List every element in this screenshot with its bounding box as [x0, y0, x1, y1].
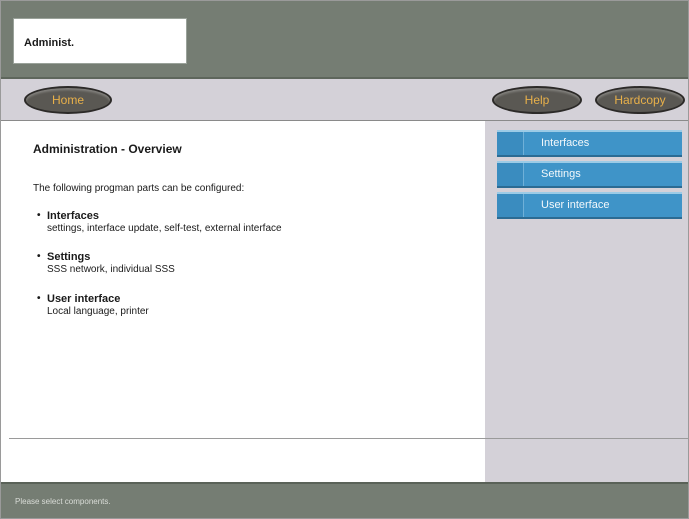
- sidebar: Interfaces Settings User interface: [485, 121, 688, 438]
- status-bar: Please select components.: [1, 482, 688, 518]
- header-bar: Administ.: [1, 1, 688, 77]
- hardcopy-button[interactable]: Hardcopy: [595, 86, 685, 114]
- bullet-icon: •: [37, 251, 41, 262]
- left-margin: [1, 121, 9, 482]
- item-title: User interface: [47, 293, 121, 305]
- item-description: Local language, printer: [47, 306, 149, 317]
- bullet-icon: •: [37, 293, 41, 304]
- navigation-bar: Home Help Hardcopy: [1, 77, 688, 121]
- list-item-user-interface: • User interface Local language, printer: [37, 293, 149, 317]
- overview-title: Administration - Overview: [33, 142, 182, 156]
- sidebar-item-tab: [497, 163, 524, 186]
- sidebar-item-settings[interactable]: Settings: [497, 161, 682, 188]
- intro-text: The following progman parts can be confi…: [33, 183, 245, 194]
- sidebar-item-label: Settings: [541, 168, 581, 180]
- application-window: Administ. Home Help Hardcopy Administrat…: [0, 0, 689, 519]
- content-footer-area: [9, 438, 485, 483]
- main-content: Administration - Overview The following …: [9, 121, 486, 438]
- sidebar-item-label: Interfaces: [541, 137, 590, 149]
- title-box: Administ.: [13, 18, 187, 64]
- status-text: Please select components.: [15, 497, 111, 506]
- sidebar-item-user-interface[interactable]: User interface: [497, 192, 682, 219]
- sidebar-item-interfaces[interactable]: Interfaces: [497, 130, 682, 157]
- list-item-settings: • Settings SSS network, individual SSS: [37, 251, 175, 275]
- list-item-interfaces: • Interfaces settings, interface update,…: [37, 210, 282, 234]
- item-title: Settings: [47, 251, 91, 263]
- sidebar-item-label: User interface: [541, 199, 610, 211]
- page-title: Administ.: [24, 37, 75, 49]
- sidebar-footer-area: [485, 438, 688, 483]
- item-title: Interfaces: [47, 210, 99, 222]
- home-button[interactable]: Home: [24, 86, 112, 114]
- sidebar-item-tab: [497, 194, 524, 217]
- help-button[interactable]: Help: [492, 86, 582, 114]
- item-description: SSS network, individual SSS: [47, 264, 175, 275]
- sidebar-item-tab: [497, 132, 524, 155]
- bullet-icon: •: [37, 210, 41, 221]
- item-description: settings, interface update, self-test, e…: [47, 223, 282, 234]
